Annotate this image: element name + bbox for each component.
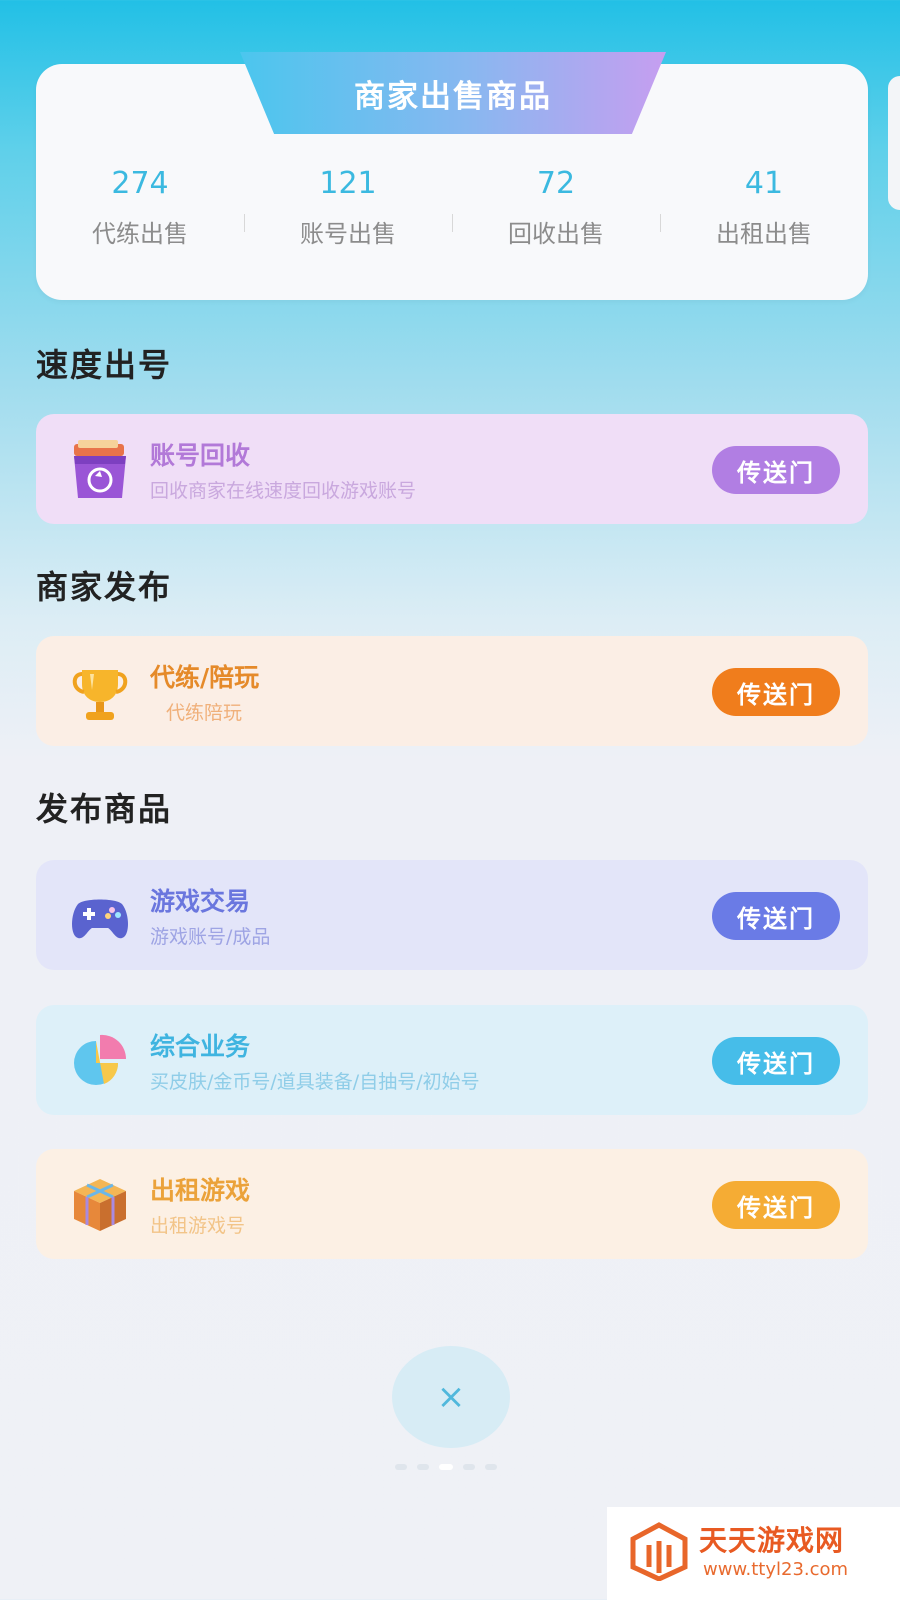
row-general-business[interactable]: 综合业务 买皮肤/金币号/道具装备/自抽号/初始号 传送门: [36, 1005, 868, 1115]
section-title-merchant: 商家发布: [36, 568, 173, 606]
site-watermark: 天天游戏网 www.ttyl23.com: [607, 1507, 900, 1600]
stat-label: 出租出售: [716, 220, 812, 248]
page-dot-active: [439, 1464, 453, 1470]
stat-account[interactable]: 121 账号出售: [244, 162, 452, 256]
side-panel-edge[interactable]: [888, 76, 900, 210]
row-subtitle: 出租游戏号: [150, 1215, 246, 1237]
watermark-url: www.ttyl23.com: [703, 1559, 849, 1580]
recycle-box-icon: [68, 438, 132, 502]
pie-chart-icon: [68, 1029, 132, 1093]
stat-label: 账号出售: [300, 220, 396, 248]
row-subtitle: 买皮肤/金币号/道具装备/自抽号/初始号: [150, 1071, 480, 1093]
row-subtitle: 代练陪玩: [166, 702, 243, 724]
row-subtitle: 游戏账号/成品: [150, 926, 271, 948]
stat-value: 274: [111, 166, 169, 201]
stat-value: 72: [536, 166, 576, 201]
portal-button[interactable]: 传送门: [712, 1181, 840, 1229]
row-game-trade[interactable]: 游戏交易 游戏账号/成品 传送门: [36, 860, 868, 970]
stat-recycle[interactable]: 72 回收出售: [452, 162, 660, 256]
page-dot: [463, 1464, 475, 1470]
trophy-icon: [68, 660, 132, 724]
portal-button[interactable]: 传送门: [712, 446, 840, 494]
page-dot: [417, 1464, 429, 1470]
stat-boosting[interactable]: 274 代练出售: [36, 162, 244, 256]
stat-value: 121: [319, 166, 377, 201]
row-title: 游戏交易: [150, 887, 251, 916]
watermark-name: 天天游戏网: [699, 1524, 845, 1557]
row-rent-game[interactable]: 出租游戏 出租游戏号 传送门: [36, 1149, 868, 1259]
stat-value: 41: [744, 166, 784, 201]
close-button[interactable]: ×: [392, 1346, 510, 1448]
gamepad-icon: [68, 884, 132, 948]
portal-button[interactable]: 传送门: [712, 668, 840, 716]
house-logo-icon: [629, 1521, 689, 1582]
stat-label: 代练出售: [92, 220, 188, 248]
cube-icon: [68, 1173, 132, 1237]
row-account-recycle[interactable]: 账号回收 回收商家在线速度回收游戏账号 传送门: [36, 414, 868, 524]
row-title: 综合业务: [150, 1032, 251, 1061]
row-subtitle: 回收商家在线速度回收游戏账号: [150, 480, 417, 502]
row-title: 代练/陪玩: [150, 663, 260, 692]
portal-button[interactable]: 传送门: [712, 1037, 840, 1085]
page-indicator: [395, 1462, 507, 1472]
section-title-publish: 发布商品: [36, 790, 173, 828]
section-title-speed: 速度出号: [36, 346, 173, 384]
row-title: 出租游戏: [150, 1176, 251, 1205]
stat-label: 回收出售: [508, 220, 604, 248]
portal-button[interactable]: 传送门: [712, 892, 840, 940]
row-boosting[interactable]: 代练/陪玩 代练陪玩 传送门: [36, 636, 868, 746]
stats-card-title: 商家出售商品: [240, 52, 666, 134]
stat-rent[interactable]: 41 出租出售: [660, 162, 868, 256]
page-dot: [395, 1464, 407, 1470]
row-title: 账号回收: [150, 441, 251, 470]
page-dot: [485, 1464, 497, 1470]
